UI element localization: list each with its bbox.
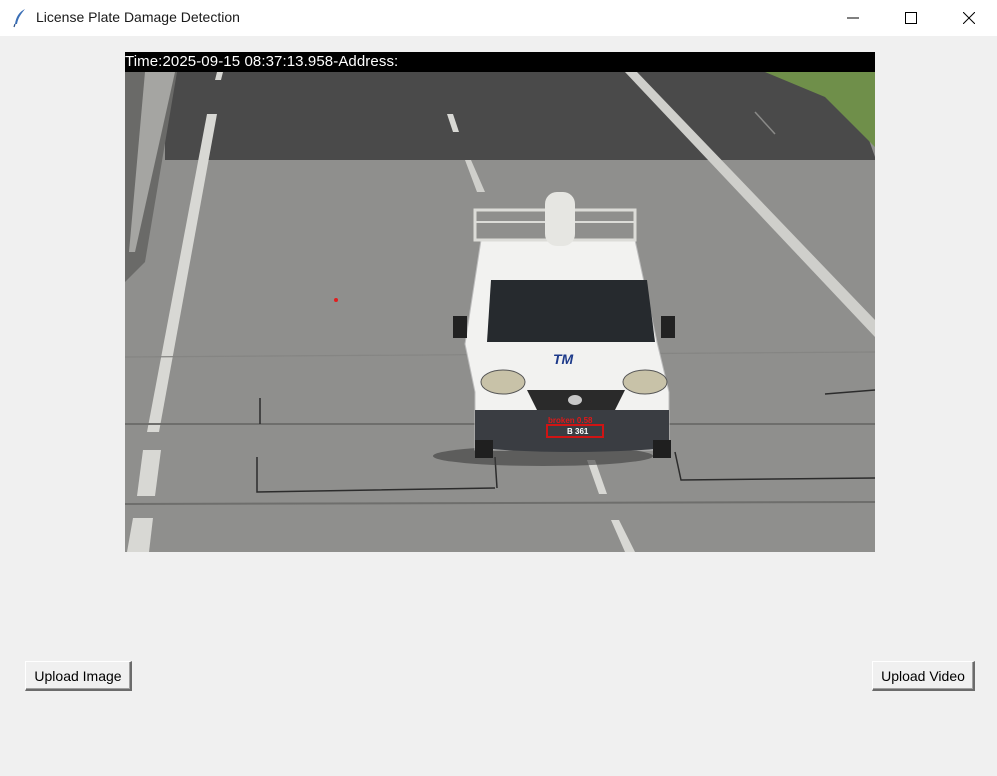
minimize-icon — [847, 17, 859, 19]
timestamp-overlay: Time:2025-09-15 08:37:13.958-Address: — [125, 53, 399, 70]
feather-icon — [12, 8, 28, 28]
close-button[interactable] — [940, 0, 997, 36]
title-bar: License Plate Damage Detection — [0, 0, 997, 36]
upload-image-button[interactable]: Upload Image — [25, 661, 132, 691]
vehicle-logo: TM — [553, 351, 574, 367]
window-title: License Plate Damage Detection — [36, 9, 240, 25]
upload-video-button[interactable]: Upload Video — [872, 661, 975, 691]
maximize-icon — [905, 12, 917, 24]
license-plate-text: B 361 — [567, 427, 589, 436]
minimize-button[interactable] — [824, 0, 882, 36]
close-icon — [963, 12, 975, 24]
road-scene-image: TM — [125, 52, 875, 552]
maximize-button[interactable] — [882, 0, 940, 36]
camera-frame: TM Time:2025-09-15 08:37:13.958-Address:… — [125, 52, 875, 552]
